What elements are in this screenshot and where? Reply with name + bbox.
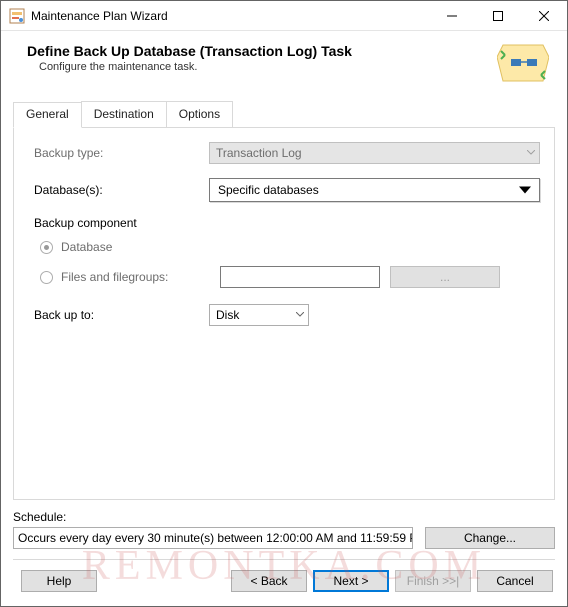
app-icon bbox=[9, 8, 25, 24]
chevron-down-icon bbox=[296, 312, 304, 318]
radio-database bbox=[40, 241, 53, 254]
radio-database-label: Database bbox=[61, 240, 112, 254]
tab-panel-general: Backup type: Transaction Log Database(s)… bbox=[13, 127, 555, 500]
tab-destination[interactable]: Destination bbox=[81, 101, 167, 127]
filegroups-browse-button: ... bbox=[390, 266, 500, 288]
backup-to-value: Disk bbox=[216, 308, 239, 322]
page-title: Define Back Up Database (Transaction Log… bbox=[27, 43, 489, 59]
tab-strip: General Destination Options bbox=[13, 101, 555, 127]
wizard-icon bbox=[497, 43, 549, 87]
tab-options[interactable]: Options bbox=[166, 101, 233, 127]
schedule-label: Schedule: bbox=[13, 510, 555, 524]
tab-general[interactable]: General bbox=[13, 102, 82, 128]
databases-select[interactable]: Specific databases bbox=[209, 178, 540, 202]
radio-filegroups bbox=[40, 271, 53, 284]
close-button[interactable] bbox=[521, 1, 567, 30]
maximize-button[interactable] bbox=[475, 1, 521, 30]
databases-value: Specific databases bbox=[218, 183, 319, 197]
separator bbox=[13, 559, 555, 560]
filegroups-input bbox=[220, 266, 380, 288]
backup-component-label: Backup component bbox=[34, 216, 540, 230]
backup-type-select: Transaction Log bbox=[209, 142, 540, 164]
radio-filegroups-label: Files and filegroups: bbox=[61, 270, 220, 284]
backup-type-label: Backup type: bbox=[34, 146, 209, 160]
cancel-button[interactable]: Cancel bbox=[477, 570, 553, 592]
chevron-down-icon bbox=[527, 150, 535, 156]
back-button[interactable]: < Back bbox=[231, 570, 307, 592]
chevron-down-icon bbox=[519, 187, 531, 194]
page-header: Define Back Up Database (Transaction Log… bbox=[1, 31, 567, 97]
help-button[interactable]: Help bbox=[21, 570, 97, 592]
finish-button: Finish >>| bbox=[395, 570, 471, 592]
schedule-display: Occurs every day every 30 minute(s) betw… bbox=[13, 527, 413, 549]
title-bar: Maintenance Plan Wizard bbox=[1, 1, 567, 31]
databases-label: Database(s): bbox=[34, 183, 209, 197]
window-title: Maintenance Plan Wizard bbox=[31, 9, 429, 23]
backup-to-select[interactable]: Disk bbox=[209, 304, 309, 326]
page-subtitle: Configure the maintenance task. bbox=[39, 61, 489, 73]
minimize-button[interactable] bbox=[429, 1, 475, 30]
wizard-footer: Help < Back Next > Finish >>| Cancel bbox=[1, 570, 567, 606]
backup-type-value: Transaction Log bbox=[216, 146, 302, 160]
change-schedule-button[interactable]: Change... bbox=[425, 527, 555, 549]
backup-to-label: Back up to: bbox=[34, 308, 209, 322]
next-button[interactable]: Next > bbox=[313, 570, 389, 592]
